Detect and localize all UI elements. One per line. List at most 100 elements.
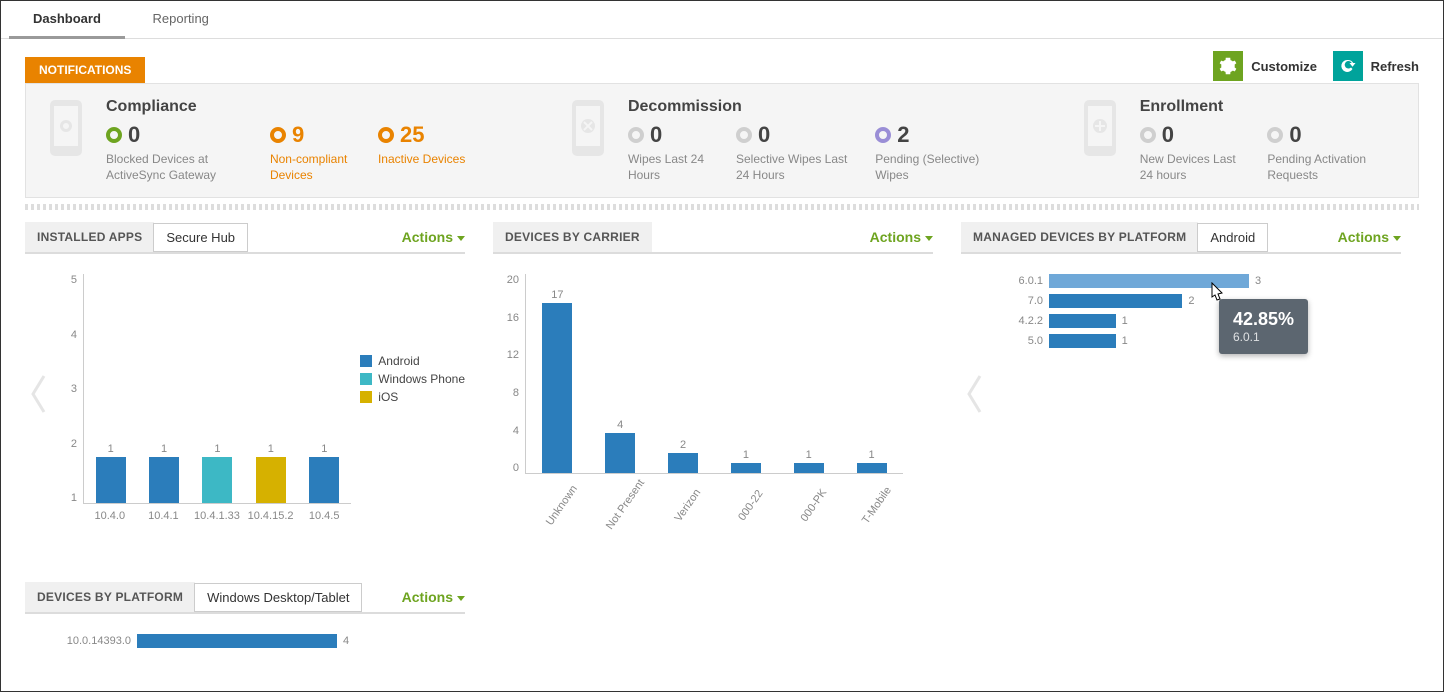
refresh-icon: [1333, 51, 1363, 81]
chart-legend: Android Windows Phone iOS: [360, 354, 465, 408]
ring-icon: [1140, 127, 1156, 143]
ring-icon: [378, 127, 394, 143]
tooltip-sub: 6.0.1: [1233, 330, 1294, 344]
bar[interactable]: 1: [718, 449, 774, 473]
bar-label: T-Mobile: [855, 479, 898, 532]
kpi-value: 0: [1162, 122, 1174, 148]
panel-actions-button[interactable]: Actions: [402, 589, 465, 605]
tab-reporting[interactable]: Reporting: [129, 1, 233, 36]
legend-item[interactable]: Android: [360, 354, 465, 368]
ytick: 5: [71, 274, 77, 286]
compliance-title: Compliance: [106, 98, 486, 116]
ytick: 12: [507, 349, 519, 361]
hbar-row[interactable]: 4.2.21: [987, 314, 1401, 328]
kpi-label: Inactive Devices: [378, 152, 468, 168]
chart-tooltip: 42.85% 6.0.1: [1219, 299, 1308, 354]
panel-actions-button[interactable]: Actions: [1338, 229, 1401, 245]
kpi-blocked[interactable]: 0 Blocked Devices at ActiveSync Gateway: [106, 122, 252, 183]
kpi-value: 2: [897, 122, 909, 148]
legend-label: iOS: [378, 390, 398, 404]
bar-label: 000-PK: [792, 479, 835, 532]
bar[interactable]: 2: [655, 439, 711, 473]
kpi-value: 0: [650, 122, 662, 148]
bar[interactable]: 1: [844, 449, 900, 473]
legend-item[interactable]: Windows Phone: [360, 372, 465, 386]
bar-label: 10.4.15.2: [246, 510, 296, 523]
customize-button[interactable]: Customize: [1213, 51, 1317, 81]
chevron-down-icon: [457, 236, 465, 241]
panel-filter[interactable]: Android: [1197, 223, 1268, 252]
kpi-inactive[interactable]: 25 Inactive Devices: [378, 122, 468, 183]
legend-label: Android: [378, 354, 419, 368]
kpi-pending-wipes[interactable]: 2 Pending (Selective) Wipes: [875, 122, 979, 183]
ytick: 1: [71, 492, 77, 504]
kpi-value: 9: [292, 122, 304, 148]
kpi-new-devices[interactable]: 0 New Devices Last 24 hours: [1140, 122, 1250, 183]
bar[interactable]: 4: [592, 419, 648, 473]
bar[interactable]: 1: [781, 449, 837, 473]
refresh-button[interactable]: Refresh: [1333, 51, 1419, 81]
bar-label: 10.4.1: [138, 510, 188, 523]
chevron-down-icon: [1393, 236, 1401, 241]
panel-actions-button[interactable]: Actions: [870, 229, 933, 245]
panel-devices-by-platform: DEVICES BY PLATFORM Windows Desktop/Tabl…: [25, 582, 465, 692]
bar[interactable]: 1: [86, 443, 136, 503]
ytick: 16: [507, 312, 519, 324]
panel-managed-by-platform: MANAGED DEVICES BY PLATFORM Android Acti…: [961, 222, 1401, 554]
bar[interactable]: 1: [246, 443, 296, 503]
bar[interactable]: 1: [139, 443, 189, 503]
group-compliance: Compliance 0 Blocked Devices at ActiveSy…: [44, 98, 486, 183]
panel-actions-button[interactable]: Actions: [402, 229, 465, 245]
notifications-heading: NOTIFICATIONS: [25, 57, 145, 83]
kpi-noncompliant[interactable]: 9 Non-compliant Devices: [270, 122, 360, 183]
chevron-left-icon[interactable]: [965, 374, 985, 414]
panel-title: MANAGED DEVICES BY PLATFORM: [961, 222, 1198, 252]
kpi-wipes[interactable]: 0 Wipes Last 24 Hours: [628, 122, 718, 183]
hbar-row[interactable]: 7.02: [987, 294, 1401, 308]
device-icon: [1078, 98, 1122, 161]
panel-filter[interactable]: Windows Desktop/Tablet: [194, 583, 362, 612]
tab-dashboard[interactable]: Dashboard: [9, 1, 125, 39]
panel-devices-by-carrier: DEVICES BY CARRIER Actions 20 16 12 8 4 …: [493, 222, 933, 554]
chevron-down-icon: [925, 236, 933, 241]
kpi-pending-activation[interactable]: 0 Pending Activation Requests: [1267, 122, 1382, 183]
swatch-icon: [360, 391, 372, 403]
bar[interactable]: 17: [529, 289, 585, 473]
panel-filter[interactable]: Secure Hub: [153, 223, 248, 252]
ytick: 0: [513, 462, 519, 474]
bar-label: 10.4.5: [299, 510, 349, 523]
bar[interactable]: 1: [192, 443, 242, 503]
gear-icon: [1213, 51, 1243, 81]
kpi-value: 0: [1289, 122, 1301, 148]
ytick: 2: [71, 438, 77, 450]
hbar-row[interactable]: 6.0.13: [987, 274, 1401, 288]
chevron-left-icon[interactable]: [29, 374, 49, 414]
decommission-title: Decommission: [628, 98, 998, 116]
ring-icon: [1267, 127, 1283, 143]
kpi-selective-wipes[interactable]: 0 Selective Wipes Last 24 Hours: [736, 122, 857, 183]
bar-label: Unknown: [540, 479, 583, 532]
hbar-row[interactable]: 5.01: [987, 334, 1401, 348]
ring-icon: [106, 127, 122, 143]
ytick: 4: [71, 329, 77, 341]
ytick: 4: [513, 425, 519, 437]
actions-label: Actions: [402, 229, 453, 245]
panel-installed-apps: INSTALLED APPS Secure Hub Actions 5 4 3 …: [25, 222, 465, 554]
hbar-row[interactable]: 10.0.14393.04: [51, 634, 465, 648]
ring-icon: [270, 127, 286, 143]
group-decommission: Decommission 0 Wipes Last 24 Hours 0 Sel…: [566, 98, 998, 183]
tooltip-value: 42.85%: [1233, 309, 1294, 330]
bar[interactable]: 1: [299, 443, 349, 503]
ring-icon: [736, 127, 752, 143]
legend-item[interactable]: iOS: [360, 390, 465, 404]
chevron-down-icon: [457, 596, 465, 601]
device-icon: [44, 98, 88, 161]
enrollment-title: Enrollment: [1140, 98, 1400, 116]
actions-label: Actions: [1338, 229, 1389, 245]
device-icon: [566, 98, 610, 161]
tab-bar: Dashboard Reporting: [1, 1, 1443, 39]
swatch-icon: [360, 373, 372, 385]
ring-icon: [628, 127, 644, 143]
kpi-label: Pending Activation Requests: [1267, 152, 1382, 183]
ytick: 3: [71, 383, 77, 395]
